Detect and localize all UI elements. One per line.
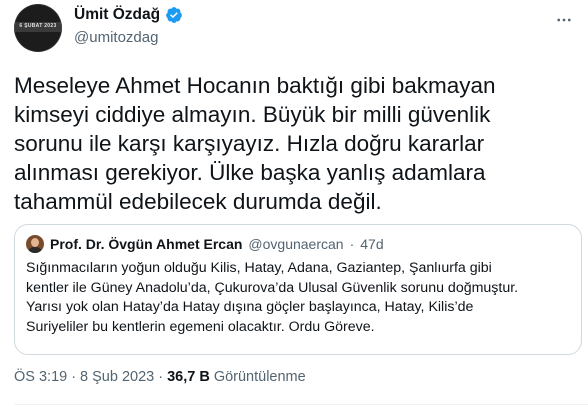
author-display-name[interactable]: Ümit Özdağ [74, 6, 160, 24]
quoted-author-name: Prof. Dr. Övgün Ahmet Ercan [50, 236, 243, 252]
views-count: 36,7 B [167, 369, 210, 385]
more-options-icon[interactable] [550, 8, 578, 32]
tweet: 6 ŞUBAT 2023 Ümit Özdağ @umitozdag Mesel… [0, 0, 588, 412]
quoted-tweet-text: Sığınmacıların yoğun olduğu Kilis, Hatay… [26, 260, 519, 335]
tweet-meta: ÖS 3:19 · 8 Şub 2023 · 36,7 B Görüntülen… [14, 369, 306, 385]
tweet-text: Meseleye Ahmet Hocanın baktığı gibi bakm… [14, 73, 496, 214]
divider [14, 404, 588, 405]
meta-separator-2: · [158, 369, 164, 385]
author-avatar[interactable]: 6 ŞUBAT 2023 [14, 4, 62, 52]
quoted-separator: · [349, 236, 355, 252]
verified-badge-icon [166, 7, 182, 23]
tweet-date[interactable]: 8 Şub 2023 [80, 369, 154, 385]
views-label: Görüntülenme [213, 369, 306, 385]
quoted-author-avatar [26, 235, 44, 253]
quoted-tweet-header: Prof. Dr. Övgün Ahmet Ercan @ovgunaercan… [26, 235, 384, 253]
author-handle[interactable]: @umitozdag [74, 29, 158, 46]
quoted-tweet[interactable]: Prof. Dr. Övgün Ahmet Ercan @ovgunaercan… [14, 224, 582, 355]
author-name-row: Ümit Özdağ [74, 6, 183, 24]
quoted-author-handle: @ovgunaercan [248, 236, 344, 252]
tweet-time[interactable]: ÖS 3:19 [14, 369, 67, 385]
quoted-age: 47d [360, 236, 384, 252]
meta-separator: · [71, 369, 77, 385]
